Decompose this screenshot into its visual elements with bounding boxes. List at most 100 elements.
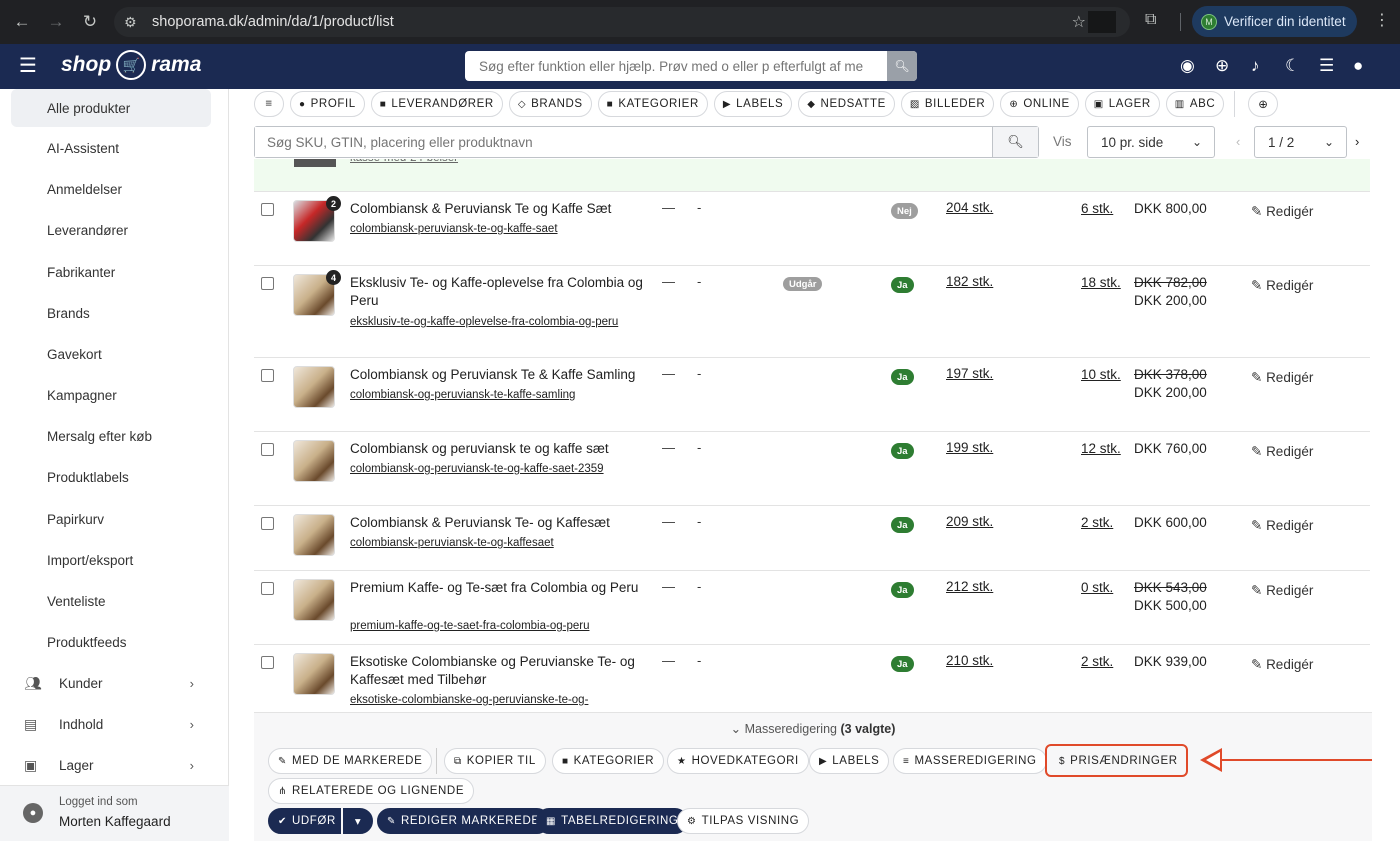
sidebar-item-anmeldelser[interactable]: Anmeldelser xyxy=(11,170,211,208)
sidebar-item-gavekort[interactable]: Gavekort xyxy=(11,335,211,373)
product-slug[interactable]: eksklusiv-te-og-kaffe-oplevelse-fra-colo… xyxy=(350,313,640,332)
edit-button[interactable]: ✎ Redigér xyxy=(1251,518,1313,534)
prev-page-icon[interactable]: ‹ xyxy=(1236,134,1240,149)
price-changes-button[interactable]: $ PRISÆNDRINGER xyxy=(1050,748,1187,774)
product-thumbnail[interactable] xyxy=(293,653,335,695)
reserved-stock-link[interactable]: 10 stk. xyxy=(1081,366,1121,384)
sidebar-group-kunder[interactable]: 👥︎ Kunder › xyxy=(24,668,194,698)
reserved-stock-link[interactable]: 2 stk. xyxy=(1081,514,1121,532)
stock-link[interactable]: 197 stk. xyxy=(946,366,993,381)
categories-button[interactable]: ■ KATEGORIER xyxy=(552,748,665,774)
mass-edit-button[interactable]: ≡ MASSEREDIGERING xyxy=(893,748,1047,774)
next-page-icon[interactable]: › xyxy=(1355,134,1359,149)
dark-mode-icon[interactable]: ☾ xyxy=(1285,56,1300,76)
filter-labels[interactable]: ▶ LABELS xyxy=(713,91,793,117)
reserved-stock-link[interactable]: 12 stk. xyxy=(1081,440,1121,458)
product-slug[interactable]: colombiansk-peruviansk-te-og-kaffesaet xyxy=(350,534,640,553)
edit-selected-button[interactable]: ✎ REDIGER MARKEREDE xyxy=(377,808,550,834)
logged-in-user[interactable]: ● Logget ind som Morten Kaffegaard xyxy=(0,785,229,841)
labels-button[interactable]: ▶ LABELS xyxy=(809,748,890,774)
product-slug[interactable]: colombiansk-og-peruviansk-te-og-kaffe-sa… xyxy=(350,460,640,479)
sidebar-item-alle-produkter[interactable]: Alle produkter xyxy=(11,89,211,127)
page-select[interactable]: 1 / 2 ⌄ xyxy=(1254,126,1347,158)
browser-menu-icon[interactable]: ⋮ xyxy=(1374,10,1390,30)
product-slug[interactable]: premium-kaffe-og-te-saet-fra-colombia-og… xyxy=(350,617,640,636)
bell-icon[interactable]: ♪ xyxy=(1251,56,1260,76)
product-slug[interactable]: eksotiske-colombianske-og-peruvianske-te… xyxy=(350,691,640,710)
edit-button[interactable]: ✎ Redigér xyxy=(1251,444,1313,460)
eye-icon[interactable]: ◉ xyxy=(1180,56,1195,76)
sidebar-item-fabrikanter[interactable]: Fabrikanter xyxy=(11,253,211,291)
row-checkbox[interactable] xyxy=(261,369,274,382)
search-icon[interactable]: 🔍︎ xyxy=(992,127,1038,157)
row-checkbox[interactable] xyxy=(261,517,274,530)
sidebar-group-indhold[interactable]: ▤ Indhold › xyxy=(24,709,194,739)
site-settings-icon[interactable]: ⚙ xyxy=(124,14,144,31)
row-checkbox[interactable] xyxy=(261,277,274,290)
sidebar-group-lager[interactable]: ▣ Lager › xyxy=(24,750,194,780)
table-edit-button[interactable]: ▦ TABELREDIGERING xyxy=(536,808,689,834)
extensions-icon[interactable]: ⧉ xyxy=(1145,11,1156,29)
shoporama-logo[interactable]: shop 🛒 rama xyxy=(61,50,201,80)
execute-dropdown-button[interactable]: ▾ xyxy=(343,808,373,834)
filter-kategorier[interactable]: ■ KATEGORIER xyxy=(597,91,708,117)
filter-leverandoerer[interactable]: ■ LEVERANDØRER xyxy=(370,91,503,117)
per-page-select[interactable]: 10 pr. side ⌄ xyxy=(1087,126,1215,158)
filter-profil[interactable]: ● PROFIL xyxy=(290,91,365,117)
row-checkbox[interactable] xyxy=(261,582,274,595)
product-slug[interactable]: kasse-med-24-belser xyxy=(350,159,458,164)
sort-filter-button[interactable]: ≡ xyxy=(254,91,284,117)
sidebar-item-leverandoerer[interactable]: Leverandører xyxy=(11,211,211,249)
menu-icon[interactable]: ☰ xyxy=(19,56,37,76)
stock-link[interactable]: 182 stk. xyxy=(946,274,993,289)
back-icon[interactable]: ← xyxy=(10,10,34,34)
product-thumbnail[interactable] xyxy=(293,366,335,408)
sidebar-item-import-eksport[interactable]: Import/eksport xyxy=(11,541,211,579)
edit-button[interactable]: ✎ Redigér xyxy=(1251,657,1313,673)
row-checkbox[interactable] xyxy=(261,443,274,456)
sidebar-item-ai-assistent[interactable]: AI-Assistent xyxy=(11,129,211,167)
edit-button[interactable]: ✎ Redigér xyxy=(1251,278,1313,294)
sidebar-item-brands[interactable]: Brands xyxy=(11,294,211,332)
edit-button[interactable]: ✎ Redigér xyxy=(1251,204,1313,220)
globe-icon[interactable]: ⊕ xyxy=(1215,56,1229,76)
product-slug[interactable]: colombiansk-peruviansk-te-og-kaffe-saet xyxy=(350,220,640,239)
product-thumbnail[interactable] xyxy=(293,440,335,482)
store-icon[interactable]: ☰ xyxy=(1319,56,1334,76)
filter-brands[interactable]: ◇ BRANDS xyxy=(508,91,592,117)
edit-button[interactable]: ✎ Redigér xyxy=(1251,583,1313,599)
with-selected-button[interactable]: ✎ MED DE MARKEREDE xyxy=(268,748,433,774)
row-checkbox[interactable] xyxy=(261,656,274,669)
forward-icon[interactable]: → xyxy=(44,10,68,34)
reserved-stock-link[interactable]: 2 stk. xyxy=(1081,653,1121,671)
execute-button[interactable]: ✔ UDFØR xyxy=(268,808,341,834)
sidebar-item-produktlabels[interactable]: Produktlabels xyxy=(11,458,211,496)
customize-view-button[interactable]: ⚙ TILPAS VISNING xyxy=(677,808,810,834)
edit-button[interactable]: ✎ Redigér xyxy=(1251,370,1313,386)
add-filter-button[interactable]: ⊕ xyxy=(1248,91,1279,117)
bookmark-star-icon[interactable]: ☆ xyxy=(1072,12,1086,32)
copy-to-button[interactable]: ⧉ KOPIER TIL xyxy=(444,748,546,774)
reserved-stock-link[interactable]: 0 stk. xyxy=(1081,579,1121,597)
function-search-input[interactable] xyxy=(465,51,885,81)
address-bar[interactable]: ⚙ shoporama.dk/admin/da/1/product/list ☆ xyxy=(114,7,1130,37)
reserved-stock-link[interactable]: 6 stk. xyxy=(1081,200,1121,218)
stock-link[interactable]: 210 stk. xyxy=(946,653,993,668)
stock-link[interactable]: 204 stk. xyxy=(946,200,993,215)
stock-link[interactable]: 209 stk. xyxy=(946,514,993,529)
verify-identity-button[interactable]: M Verificer din identitet xyxy=(1192,6,1357,37)
sidebar-item-produktfeeds[interactable]: Produktfeeds xyxy=(11,623,211,661)
filter-lager[interactable]: ▣ LAGER xyxy=(1084,91,1160,117)
product-thumbnail[interactable] xyxy=(293,514,335,556)
user-icon[interactable]: ● xyxy=(1353,56,1363,76)
related-similar-button[interactable]: ⋔ RELATEREDE OG LIGNENDE xyxy=(268,778,475,804)
bulk-edit-toggle[interactable]: ⌄ Masseredigering (3 valgte) xyxy=(254,721,1372,736)
filter-online[interactable]: ⊕ ONLINE xyxy=(1000,91,1079,117)
reserved-stock-link[interactable]: 18 stk. xyxy=(1081,274,1121,292)
product-search-input[interactable] xyxy=(255,127,992,157)
stock-link[interactable]: 212 stk. xyxy=(946,579,993,594)
search-icon[interactable]: 🔍︎ xyxy=(887,51,917,81)
stock-link[interactable]: 199 stk. xyxy=(946,440,993,455)
main-category-button[interactable]: ★ HOVEDKATEGORI xyxy=(667,748,809,774)
reload-icon[interactable]: ↻ xyxy=(78,10,102,34)
